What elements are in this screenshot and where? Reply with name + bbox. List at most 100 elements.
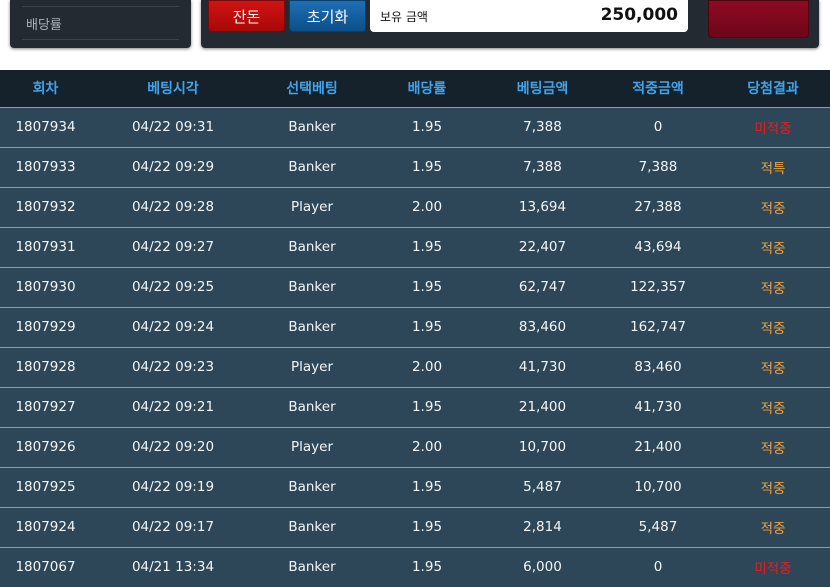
cell-result: 적중 [760,401,786,417]
table-row: 1807926 04/22 09:20 Player 2.00 10,700 21,400… [0,427,830,467]
table-row: 1807932 04/22 09:28 Player 2.00 13,694 27,388… [0,187,830,227]
header-pick: 선택베팅 [286,81,338,98]
cell-win-amount: 41,730 [634,399,682,415]
cell-win-amount: 0 [653,559,663,576]
cell-result: 적중 [760,321,786,337]
cell-odds: 1.95 [411,519,443,535]
cell-result: 적특 [760,161,786,177]
cell-bet-time: 04/21 13:34 [131,559,215,576]
header-win-amount: 적중금액 [632,81,684,98]
table-row: 1807930 04/22 09:25 Banker 1.95 62,747 122,35… [0,267,830,307]
odds-label: 배당률 [26,18,62,33]
odds-panel: 배당률 [10,0,191,48]
reset-button[interactable]: 초기화 [289,0,366,32]
bet-history-table: 회차 베팅시각 선택베팅 배당률 베팅금액 적중금액 당첨결과 1807934 0… [0,70,830,587]
bet-button[interactable] [708,0,809,38]
divider [22,39,179,40]
cell-pick: Banker [288,559,336,576]
control-panel: 잔돈 초기화 보유 금액 250,000 [201,0,819,48]
cell-round: 1807067 [15,559,76,576]
cell-round: 1807926 [15,439,76,455]
cell-odds: 2.00 [411,439,443,455]
cell-win-amount: 10,700 [634,479,682,495]
cell-odds: 2.00 [411,359,443,375]
cell-win-amount: 7,388 [638,159,678,175]
cell-bet-time: 04/22 09:25 [131,279,215,295]
cell-pick: Banker [288,319,336,335]
cell-bet-amount: 62,747 [518,279,567,295]
cell-win-amount: 21,400 [634,439,682,455]
cell-round: 1807927 [15,399,76,415]
cell-result: 적중 [760,241,786,257]
cell-bet-amount: 6,000 [523,559,562,576]
cell-bet-amount: 7,388 [523,119,562,135]
header-round: 회차 [32,81,59,98]
cell-bet-time: 04/22 09:27 [131,239,215,255]
cell-bet-time: 04/22 09:20 [131,439,215,455]
cell-result: 적중 [760,201,786,217]
cell-bet-time: 04/22 09:23 [131,359,215,375]
table-row: 1807067 04/21 13:34 Banker 1.95 6,000 0 미적중 [0,547,830,587]
cell-bet-amount: 22,407 [518,239,567,255]
cell-round: 1807925 [15,479,76,495]
cell-odds: 1.95 [411,279,443,295]
cell-pick: Banker [288,519,336,535]
table-row: 1807934 04/22 09:31 Banker 1.95 7,388 0 미적중 [0,107,830,147]
cell-round: 1807932 [15,199,76,215]
balance-value: 250,000 [600,5,678,25]
cell-round: 1807928 [15,359,76,375]
cell-pick: Banker [288,479,336,495]
header-bet-amount: 베팅금액 [516,81,569,98]
cell-bet-time: 04/22 09:29 [131,159,215,175]
cell-win-amount: 27,388 [634,199,682,215]
cell-bet-amount: 10,700 [518,439,567,455]
cell-round: 1807924 [15,519,76,535]
table-row: 1807931 04/22 09:27 Banker 1.95 22,407 43,694… [0,227,830,267]
cell-win-amount: 43,694 [634,239,682,255]
cell-result: 적중 [760,361,786,377]
top-bar: 배당률 잔돈 초기화 보유 금액 250,000 [0,0,830,62]
cell-round: 1807933 [15,159,76,175]
cell-bet-time: 04/22 09:28 [131,199,215,215]
header-bet-time: 베팅시각 [147,81,199,98]
table-row: 1807929 04/22 09:24 Banker 1.95 83,460 162,74… [0,307,830,347]
cell-pick: Banker [288,279,336,295]
cell-win-amount: 83,460 [634,359,682,375]
cell-result: 적중 [760,281,786,297]
cell-bet-time: 04/22 09:19 [131,479,215,495]
cell-odds: 1.95 [411,159,443,175]
cell-round: 1807929 [15,319,76,335]
cell-pick: Banker [288,239,336,255]
cell-odds: 1.95 [411,239,443,255]
cell-bet-amount: 83,460 [518,319,567,335]
cell-win-amount: 0 [653,119,663,135]
cell-bet-amount: 5,487 [523,479,562,495]
cell-bet-time: 04/22 09:31 [131,119,215,135]
cell-win-amount: 162,747 [630,319,686,335]
cell-pick: Player [290,359,333,375]
cell-pick: Player [290,439,333,455]
cell-bet-amount: 21,400 [518,399,567,415]
cell-bet-amount: 7,388 [523,159,562,175]
divider [22,6,179,7]
cell-round: 1807931 [15,239,76,255]
table-header-row: 회차 베팅시각 선택베팅 배당률 베팅금액 적중금액 당첨결과 [0,70,830,107]
cell-bet-amount: 13,694 [518,199,567,215]
cell-bet-amount: 2,814 [523,519,562,535]
table-row: 1807924 04/22 09:17 Banker 1.95 2,814 5,487 적중 [0,507,830,547]
cell-result: 적중 [760,441,786,457]
cell-result: 적중 [760,481,786,497]
cell-pick: Banker [288,159,336,175]
cell-odds: 1.95 [411,319,443,335]
cell-odds: 2.00 [411,199,443,215]
cell-result: 적중 [760,521,786,537]
cell-win-amount: 5,487 [638,519,678,535]
cell-odds: 1.95 [411,479,443,495]
cell-bet-time: 04/22 09:17 [131,519,215,535]
header-result: 당첨결과 [747,81,799,98]
change-button[interactable]: 잔돈 [208,0,285,32]
cell-round: 1807930 [15,279,76,295]
cell-win-amount: 122,357 [630,279,686,295]
table-row: 1807928 04/22 09:23 Player 2.00 41,730 83,460… [0,347,830,387]
table-row: 1807927 04/22 09:21 Banker 1.95 21,400 41,730… [0,387,830,427]
